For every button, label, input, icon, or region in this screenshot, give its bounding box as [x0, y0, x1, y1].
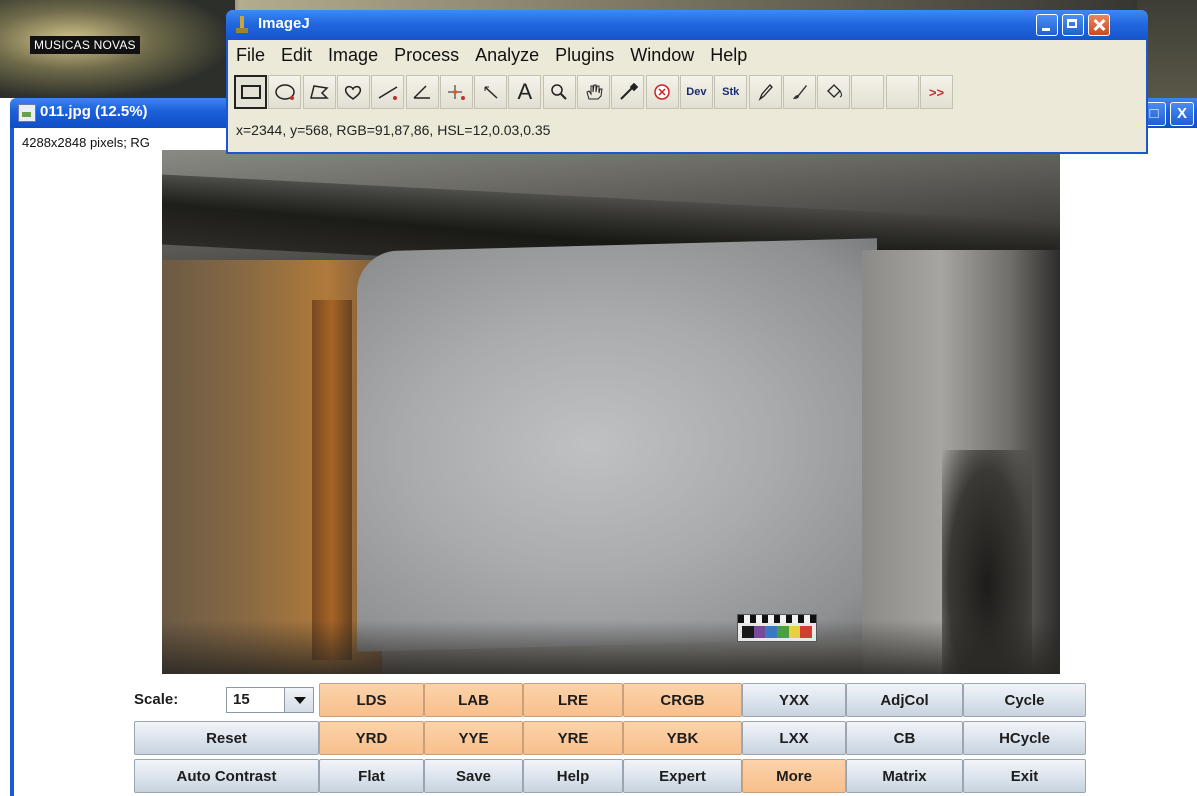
oval-tool-icon[interactable]	[268, 75, 302, 109]
hand-tool-icon[interactable]	[577, 75, 610, 109]
dev-tool-icon[interactable]: Dev	[679, 75, 713, 109]
scale-value: 15	[233, 691, 250, 708]
maximize-button[interactable]	[1062, 14, 1084, 36]
magnifier-tool-icon[interactable]	[542, 75, 576, 109]
freehand-tool-icon[interactable]	[336, 75, 370, 109]
ground-shadow	[162, 620, 1060, 674]
flat-button[interactable]: Flat	[319, 759, 424, 793]
menu-analyze[interactable]: Analyze	[467, 42, 547, 68]
expert-button[interactable]: Expert	[623, 759, 742, 793]
hcycle-button[interactable]: HCycle	[963, 721, 1086, 755]
color-picker-icon[interactable]	[611, 75, 645, 109]
menu-process[interactable]: Process	[386, 42, 467, 68]
point-tool-icon[interactable]	[439, 75, 473, 109]
polygon-tool-icon[interactable]	[302, 75, 336, 109]
cycle-button[interactable]: Cycle	[963, 683, 1086, 717]
close-button[interactable]	[1088, 14, 1110, 36]
desktop-label: MUSICAS NOVAS	[30, 36, 140, 54]
crgb-button[interactable]: CRGB	[623, 683, 742, 717]
image-file-icon	[18, 104, 36, 122]
help-button[interactable]: Help	[523, 759, 623, 793]
cb-button[interactable]: CB	[846, 721, 963, 755]
menu-bar: File Edit Image Process Analyze Plugins Window…	[228, 42, 755, 68]
wand-tool-icon[interactable]	[474, 75, 508, 109]
yre-button[interactable]: YRE	[523, 721, 623, 755]
angle-tool-icon[interactable]	[405, 75, 439, 109]
menu-window[interactable]: Window	[622, 42, 702, 68]
tool-bar: A Dev Stk >>	[234, 75, 1140, 111]
imagej-microscope-icon	[236, 16, 248, 34]
chevron-down-icon[interactable]	[284, 688, 313, 712]
exit-button[interactable]: Exit	[963, 759, 1086, 793]
line-tool-icon[interactable]	[371, 75, 405, 109]
stop-icon[interactable]	[645, 75, 679, 109]
empty-slot-2[interactable]	[885, 75, 919, 109]
menu-help[interactable]: Help	[702, 42, 755, 68]
rectangle-tool-icon[interactable]	[234, 75, 267, 109]
brush-tool-icon[interactable]	[782, 75, 816, 109]
lds-button[interactable]: LDS	[319, 683, 424, 717]
more-button[interactable]: More	[742, 759, 846, 793]
adjcol-button[interactable]: AdjCol	[846, 683, 963, 717]
yrd-button[interactable]: YRD	[319, 721, 424, 755]
status-text: x=2344, y=568, RGB=91,87,86, HSL=12,0.03…	[236, 122, 551, 138]
matrix-button[interactable]: Matrix	[846, 759, 963, 793]
rock-panel	[357, 238, 877, 652]
imagej-window: ImageJ File Edit Image Process Analyze Plugin…	[226, 10, 1148, 154]
text-tool-icon[interactable]: A	[508, 75, 542, 109]
menu-plugins[interactable]: Plugins	[547, 42, 622, 68]
close-button[interactable]: X	[1170, 102, 1194, 126]
menu-file[interactable]: File	[228, 42, 273, 68]
yxx-button[interactable]: YXX	[742, 683, 846, 717]
empty-slot-1[interactable]	[851, 75, 885, 109]
image-window-title: 011.jpg (12.5%)	[40, 103, 148, 120]
menu-image[interactable]: Image	[320, 42, 386, 68]
scale-label: Scale:	[134, 691, 179, 708]
control-panel: Scale: 15 LDS LAB LRE CRGB YXX AdjCol Cycle Res…	[134, 683, 1086, 796]
lab-button[interactable]: LAB	[424, 683, 523, 717]
menu-edit[interactable]: Edit	[273, 42, 320, 68]
more-tools-icon[interactable]: >>	[920, 75, 953, 109]
image-info-text: 4288x2848 pixels; RG	[22, 135, 150, 150]
window-border	[10, 128, 14, 796]
pencil-tool-icon[interactable]	[748, 75, 782, 109]
rust-streak	[312, 300, 352, 660]
imagej-titlebar[interactable]: ImageJ	[226, 10, 1148, 40]
auto-contrast-button[interactable]: Auto Contrast	[134, 759, 319, 793]
minimize-button[interactable]	[1036, 14, 1058, 36]
imagej-title: ImageJ	[258, 15, 310, 32]
flood-fill-tool-icon[interactable]	[817, 75, 851, 109]
yye-button[interactable]: YYE	[424, 721, 523, 755]
ybk-button[interactable]: YBK	[623, 721, 742, 755]
scale-dropdown[interactable]: 15	[226, 687, 314, 713]
reset-button[interactable]: Reset	[134, 721, 319, 755]
image-canvas[interactable]	[162, 150, 1060, 674]
lre-button[interactable]: LRE	[523, 683, 623, 717]
stack-tool-icon[interactable]: Stk	[714, 75, 748, 109]
save-button[interactable]: Save	[424, 759, 523, 793]
photo-scale-card	[737, 614, 817, 642]
lxx-button[interactable]: LXX	[742, 721, 846, 755]
